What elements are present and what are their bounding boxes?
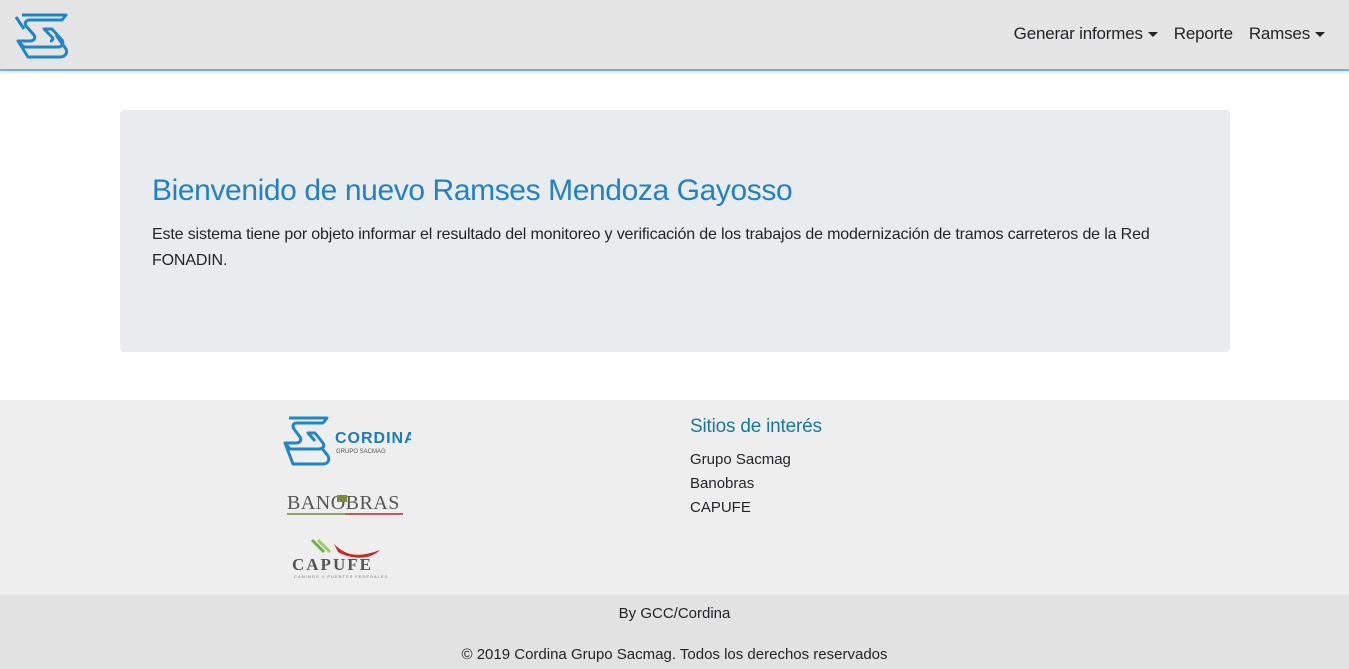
brand-logo-icon[interactable]	[14, 13, 68, 59]
link-banobras[interactable]: Banobras	[690, 472, 822, 496]
welcome-title: Bienvenido de nuevo Ramses Mendoza Gayos…	[152, 174, 793, 207]
nav-generar-informes-label: Generar informes	[1013, 24, 1143, 43]
nav-menu: Generar informes Reporte Ramses	[998, 24, 1325, 44]
nav-generar-informes[interactable]: Generar informes	[1014, 24, 1158, 44]
nav-user-menu[interactable]: Ramses	[1249, 24, 1325, 44]
footer-bottom: By GCC/Cordina © 2019 Cordina Grupo Sacm…	[0, 595, 1349, 669]
sitios-de-interes: Sitios de interés Grupo Sacmag Banobras …	[690, 416, 822, 520]
footer: CORDINA GRUPO SACMAG BANOBRAS CAPUFE CAM…	[0, 400, 1349, 595]
sitios-title: Sitios de interés	[690, 416, 822, 437]
navbar: Generar informes Reporte Ramses	[0, 0, 1349, 71]
nav-reporte[interactable]: Reporte	[1174, 24, 1233, 44]
welcome-panel: Bienvenido de nuevo Ramses Mendoza Gayos…	[120, 110, 1230, 352]
svg-text:CORDINA: CORDINA	[335, 430, 411, 447]
link-grupo-sacmag[interactable]: Grupo Sacmag	[690, 448, 822, 472]
cordina-logo[interactable]: CORDINA GRUPO SACMAG	[281, 416, 411, 468]
caret-down-icon	[1147, 31, 1158, 37]
caret-down-icon	[1315, 31, 1325, 37]
welcome-description: Este sistema tiene por objeto informar e…	[152, 226, 1150, 269]
svg-text:CAMINOS Y PUENTES FEDERALES: CAMINOS Y PUENTES FEDERALES	[294, 574, 388, 579]
svg-text:CAPUFE: CAPUFE	[292, 555, 373, 574]
banobras-logo[interactable]: BANOBRAS	[285, 490, 405, 518]
link-capufe[interactable]: CAPUFE	[690, 496, 822, 520]
svg-text:GRUPO SACMAG: GRUPO SACMAG	[336, 449, 386, 455]
copyright-text: © 2019 Cordina Grupo Sacmag. Todos los d…	[461, 646, 888, 663]
nav-user-label: Ramses	[1248, 24, 1310, 43]
capufe-logo[interactable]: CAPUFE CAMINOS Y PUENTES FEDERALES	[290, 536, 402, 582]
nav-reporte-label: Reporte	[1173, 24, 1233, 43]
credits-text: By GCC/Cordina	[618, 605, 731, 622]
